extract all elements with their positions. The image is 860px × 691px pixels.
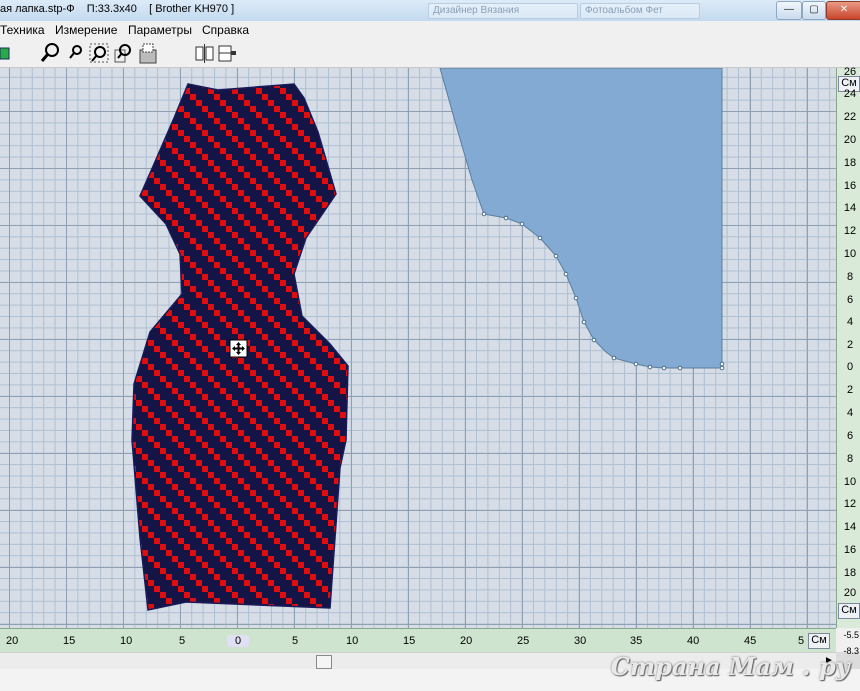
h-tick: 45 bbox=[744, 635, 757, 647]
zoom-in-icon[interactable] bbox=[40, 42, 62, 64]
unit-toggle-horizontal[interactable]: См bbox=[808, 633, 830, 649]
background-tab-2[interactable]: Фотоальбом Фет bbox=[580, 3, 700, 19]
menu-bar: Техника Измерение Параметры Справка bbox=[0, 21, 860, 39]
menu-parameters[interactable]: Параметры bbox=[128, 23, 192, 37]
watermark-logo: Страна Мам . ру bbox=[610, 652, 850, 681]
coord-x: -5.5 bbox=[843, 630, 859, 640]
zoom-actual-icon[interactable] bbox=[138, 42, 160, 64]
h-tick: 20 bbox=[6, 635, 19, 647]
toolbar bbox=[0, 39, 860, 68]
v-tick: 8 bbox=[846, 453, 854, 465]
h-tick: 5 bbox=[798, 635, 805, 647]
horizontal-ruler: 20 15 10 5 0 5 10 15 20 25 30 35 40 45 5… bbox=[0, 628, 836, 653]
v-tick: 22 bbox=[843, 111, 857, 123]
v-tick: 4 bbox=[846, 316, 854, 328]
h-tick: 5 bbox=[292, 635, 299, 647]
v-tick: 6 bbox=[846, 430, 854, 442]
h-tick: 25 bbox=[517, 635, 530, 647]
menu-measure[interactable]: Измерение bbox=[55, 23, 117, 37]
vertical-ruler: 26 См 24 22 20 18 16 14 12 10 8 6 4 2 0 … bbox=[836, 66, 860, 628]
v-tick: 16 bbox=[843, 180, 857, 192]
v-tick: 4 bbox=[846, 407, 854, 419]
h-tick: 30 bbox=[574, 635, 587, 647]
h-tick: 5 bbox=[179, 635, 186, 647]
v-tick: 20 bbox=[843, 134, 857, 146]
v-tick: 18 bbox=[843, 157, 857, 169]
v-tick: 2 bbox=[846, 384, 854, 396]
v-tick: 2 bbox=[846, 339, 854, 351]
palette-icon[interactable] bbox=[0, 42, 10, 64]
h-tick: 10 bbox=[120, 635, 133, 647]
zoom-out-icon[interactable] bbox=[66, 42, 88, 64]
h-tick: 10 bbox=[346, 635, 359, 647]
h-tick: 40 bbox=[687, 635, 700, 647]
window-title: ая лапка.stp-Ф П:33.3х40 [ Brother KH970… bbox=[0, 3, 235, 15]
zoom-window-icon[interactable] bbox=[88, 42, 110, 64]
v-tick: 10 bbox=[843, 476, 857, 488]
split-icon[interactable] bbox=[216, 42, 238, 64]
v-tick: 0 bbox=[846, 361, 854, 373]
v-tick: 10 bbox=[843, 248, 857, 260]
unit-toggle-bottom[interactable]: См bbox=[838, 603, 860, 619]
v-tick: 14 bbox=[843, 202, 857, 214]
v-tick: 8 bbox=[846, 271, 854, 283]
v-tick: 16 bbox=[843, 544, 857, 556]
h-tick-origin: 0 bbox=[227, 635, 249, 647]
background-tab-1[interactable]: Дизайнер Вязания bbox=[428, 3, 578, 19]
h-tick: 20 bbox=[460, 635, 473, 647]
coordinate-readout: -5.5 -8.3 bbox=[836, 628, 860, 656]
v-tick: 24 bbox=[843, 88, 857, 100]
v-tick: 14 bbox=[843, 521, 857, 533]
menu-help[interactable]: Справка bbox=[202, 23, 249, 37]
zoom-fit-icon[interactable] bbox=[112, 42, 134, 64]
h-tick: 15 bbox=[403, 635, 416, 647]
menu-technique[interactable]: Техника bbox=[0, 23, 45, 37]
v-tick: 6 bbox=[846, 294, 854, 306]
sleeve-pattern-piece[interactable] bbox=[439, 68, 723, 369]
maximize-button[interactable]: ▢ bbox=[802, 1, 826, 20]
v-tick: 18 bbox=[843, 567, 857, 579]
mirror-icon[interactable] bbox=[194, 42, 216, 64]
v-tick: 20 bbox=[843, 587, 857, 599]
v-tick: 12 bbox=[843, 498, 857, 510]
move-cursor-icon bbox=[229, 339, 248, 358]
scrollbar-thumb[interactable] bbox=[316, 655, 332, 669]
close-button[interactable]: ✕ bbox=[826, 1, 860, 20]
minimize-button[interactable]: — bbox=[776, 1, 802, 20]
h-tick: 35 bbox=[630, 635, 643, 647]
h-tick: 15 bbox=[63, 635, 76, 647]
pattern-canvas[interactable] bbox=[0, 68, 836, 628]
title-bar: ая лапка.stp-Ф П:33.3х40 [ Brother KH970… bbox=[0, 0, 860, 22]
pattern-drawing bbox=[131, 68, 725, 611]
v-tick: 12 bbox=[843, 225, 857, 237]
